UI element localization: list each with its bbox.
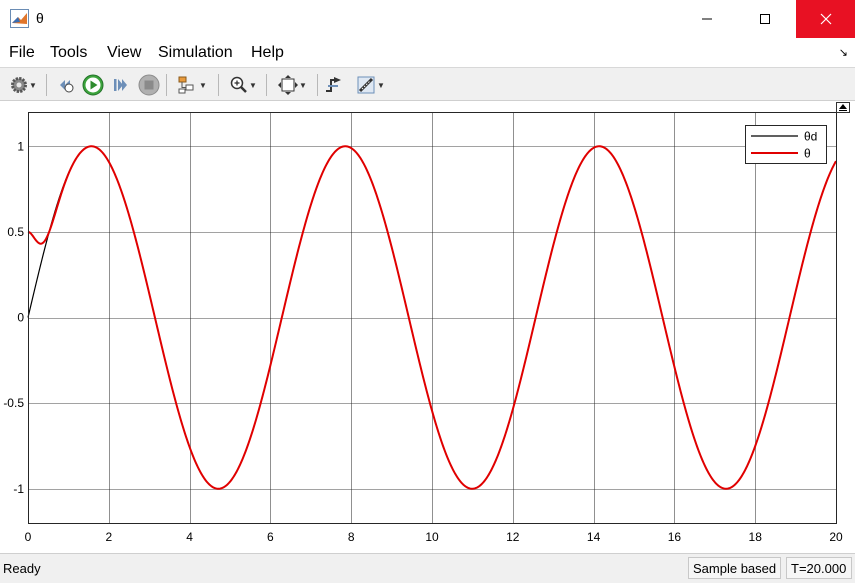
minimize-button[interactable] [684, 0, 730, 38]
x-tick-label: 6 [267, 530, 274, 544]
toolbar-divider [218, 74, 219, 96]
legend-label-theta-d: θd [804, 130, 817, 144]
grid [28, 112, 836, 523]
matlab-logo-icon [10, 9, 29, 28]
settings-button[interactable]: ▼ [5, 73, 41, 97]
restore-button[interactable] [54, 73, 78, 97]
toolbar-divider [166, 74, 167, 96]
title-bar: θ [0, 0, 855, 38]
arrow-up-icon [839, 104, 847, 111]
undock-axes-button[interactable] [836, 102, 850, 113]
menu-simulation[interactable]: Simulation [158, 44, 233, 62]
stop-icon [138, 74, 160, 96]
y-tick-label: 0.5 [7, 225, 24, 239]
series-theta-line [27, 145, 837, 490]
scope-plot-area: 0 2 4 6 8 10 12 14 16 18 20 1 0.5 0 -0.5 -1 θd θ [0, 101, 855, 553]
toolbar-divider [317, 74, 318, 96]
triggers-icon [326, 77, 341, 92]
series [27, 145, 837, 490]
simulation-time: T=20.000 [786, 557, 852, 579]
triggers-button[interactable] [322, 73, 346, 97]
chevron-down-icon: ▼ [199, 80, 207, 90]
window-title: θ [36, 10, 44, 26]
run-icon [82, 74, 104, 96]
chevron-down-icon: ▼ [29, 80, 37, 90]
x-tick-label: 2 [105, 530, 112, 544]
x-tick-label: 18 [749, 530, 763, 544]
menu-undock-icon[interactable]: ↘ [839, 46, 848, 59]
x-tick-label: 8 [348, 530, 355, 544]
y-tick-label: -1 [13, 482, 24, 496]
maximize-icon [760, 14, 770, 24]
settings-icon [11, 77, 28, 93]
series-theta-d-line [27, 145, 837, 490]
y-tick-label: 0 [17, 311, 24, 325]
run-button[interactable] [81, 73, 105, 97]
chevron-down-icon: ▼ [249, 80, 257, 90]
x-tick-labels: 0 2 4 6 8 10 12 14 16 18 20 [25, 530, 843, 544]
legend[interactable]: θd θ [745, 125, 827, 164]
chevron-down-icon: ▼ [299, 80, 307, 90]
x-tick-label: 4 [186, 530, 193, 544]
close-button[interactable] [796, 0, 855, 38]
cursor-measure-icon [357, 76, 375, 94]
minimize-icon [702, 18, 712, 20]
highlight-button[interactable]: ▼ [172, 73, 212, 97]
stop-button[interactable] [137, 73, 161, 97]
restore-icon [60, 80, 74, 93]
scope-chart[interactable]: 0 2 4 6 8 10 12 14 16 18 20 1 0.5 0 -0.5 -1 θd θ [0, 101, 855, 553]
step-forward-button[interactable] [109, 73, 133, 97]
menu-tools[interactable]: Tools [50, 44, 87, 62]
y-tick-label: 1 [17, 139, 24, 153]
status-bar: Ready Sample based T=20.000 [0, 553, 855, 583]
highlight-icon [178, 76, 194, 94]
zoom-button[interactable]: ▼ [224, 73, 262, 97]
legend-label-theta: θ [804, 147, 811, 161]
sample-based-indicator: Sample based [688, 557, 782, 579]
toolbar: ▼ ▼ ▼ ▼ ▼ [0, 67, 855, 101]
menu-bar: File Tools View Simulation Help ↘ [0, 40, 855, 66]
status-text: Ready [3, 561, 41, 576]
x-tick-label: 12 [506, 530, 520, 544]
x-tick-label: 16 [668, 530, 682, 544]
x-tick-label: 14 [587, 530, 601, 544]
menu-view[interactable]: View [107, 44, 141, 62]
menu-help[interactable]: Help [251, 44, 284, 62]
zoom-icon [230, 76, 247, 93]
maximize-button[interactable] [742, 0, 788, 38]
y-tick-labels: 1 0.5 0 -0.5 -1 [3, 139, 24, 496]
fit-to-view-button[interactable]: ▼ [272, 73, 312, 97]
chevron-down-icon: ▼ [377, 80, 385, 90]
menu-file[interactable]: File [9, 44, 35, 62]
y-tick-label: -0.5 [3, 396, 24, 410]
close-icon [820, 13, 831, 25]
step-forward-icon [114, 79, 127, 91]
x-tick-label: 10 [425, 530, 439, 544]
fit-icon [278, 75, 299, 95]
toolbar-divider [266, 74, 267, 96]
toolbar-divider [46, 74, 47, 96]
x-tick-label: 20 [829, 530, 843, 544]
cursor-measurements-button[interactable]: ▼ [350, 73, 390, 97]
x-tick-label: 0 [25, 530, 32, 544]
